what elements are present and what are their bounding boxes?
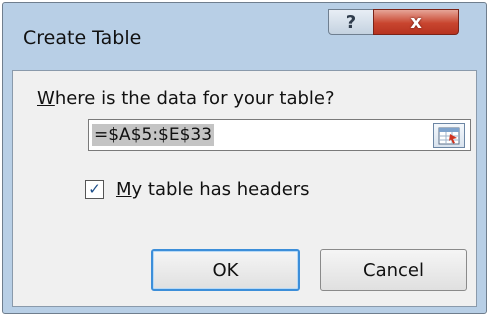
range-selector-icon [438, 127, 460, 144]
dialog-body: Where is the data for your table? =$A$5:… [12, 70, 477, 307]
range-input[interactable]: =$A$5:$E$33 [88, 119, 471, 151]
headers-checkbox-label[interactable]: My table has headers [116, 179, 310, 200]
headers-checkbox[interactable]: ✓ [85, 180, 104, 199]
help-button[interactable]: ? [328, 9, 374, 35]
help-icon: ? [345, 11, 357, 33]
collapse-dialog-button[interactable] [433, 123, 465, 148]
prompt-accelerator: W [37, 88, 55, 109]
create-table-dialog: Create Table ? x Where is the data for y… [2, 2, 487, 314]
close-icon: x [410, 11, 422, 33]
title-bar[interactable]: Create Table ? x [3, 3, 486, 69]
close-button[interactable]: x [373, 9, 459, 35]
dialog-title: Create Table [23, 27, 142, 49]
prompt-text: here is the data for your table? [54, 88, 335, 109]
headers-checkbox-row[interactable]: ✓ My table has headers [85, 179, 310, 200]
checkmark-icon: ✓ [88, 180, 101, 198]
checkbox-accelerator: M [116, 179, 132, 200]
ok-button[interactable]: OK [151, 249, 300, 291]
checkbox-label-text: y table has headers [131, 179, 310, 200]
range-value: =$A$5:$E$33 [92, 124, 215, 146]
range-prompt: Where is the data for your table? [37, 88, 335, 109]
cancel-button[interactable]: Cancel [320, 249, 467, 291]
